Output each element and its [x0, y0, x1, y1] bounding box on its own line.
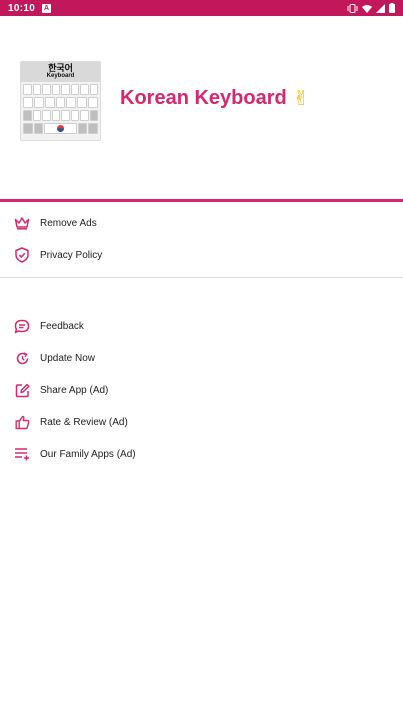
menu-item-label: Rate & Review (Ad) [40, 416, 128, 428]
status-time: 10:10 [8, 2, 36, 14]
menu-item-label: Privacy Policy [40, 249, 103, 261]
refresh-icon [14, 350, 30, 366]
menu-item-remove-ads[interactable]: Remove Ads [0, 207, 403, 239]
shield-check-icon [14, 247, 30, 263]
notification-icon: A [42, 3, 52, 13]
menu-item-label: Remove Ads [40, 217, 97, 229]
menu-item-privacy-policy[interactable]: Privacy Policy [0, 239, 403, 271]
signal-icon [376, 3, 385, 13]
app-logo: 한국어 Keyboard [20, 61, 101, 141]
header-divider [0, 199, 403, 202]
battery-icon [389, 3, 395, 13]
crown-icon [14, 215, 30, 231]
vibrate-icon [347, 3, 358, 13]
app-title-text: Korean Keyboard [120, 86, 287, 109]
thumbs-up-icon [14, 414, 30, 430]
share-edit-icon [14, 382, 30, 398]
status-bar: 10:10 A [0, 0, 403, 16]
chat-icon [14, 318, 30, 334]
app-header: 한국어 Keyboard Korean Keyboard ✌ [0, 16, 403, 200]
menu-item-label: Share App (Ad) [40, 384, 109, 396]
logo-sub-text: Keyboard [46, 73, 75, 79]
menu-item-label: Feedback [40, 320, 84, 332]
menu-group-primary: Remove Ads Privacy Policy [0, 207, 403, 271]
menu-item-feedback[interactable]: Feedback [0, 310, 403, 342]
menu-item-label: Update Now [40, 352, 96, 364]
menu-item-label: Our Family Apps (Ad) [40, 448, 136, 460]
menu-item-rate-review[interactable]: Rate & Review (Ad) [0, 406, 403, 438]
status-icons [347, 3, 395, 13]
menu-group-secondary: Feedback Update Now Share App (Ad) Rate … [0, 310, 403, 470]
logo-banner: 한국어 Keyboard [21, 62, 100, 82]
menu-item-share-app[interactable]: Share App (Ad) [0, 374, 403, 406]
playlist-add-icon [14, 446, 30, 462]
logo-keyboard-keys [21, 82, 100, 138]
korea-flag-icon [56, 124, 65, 133]
section-divider [0, 277, 403, 278]
victory-hand-icon: ✌ [292, 86, 310, 110]
menu-item-family-apps[interactable]: Our Family Apps (Ad) [0, 438, 403, 470]
app-title: Korean Keyboard ✌ [120, 86, 309, 110]
logo-top-text: 한국어 [48, 63, 73, 73]
wifi-icon [362, 4, 372, 13]
menu-item-update-now[interactable]: Update Now [0, 342, 403, 374]
